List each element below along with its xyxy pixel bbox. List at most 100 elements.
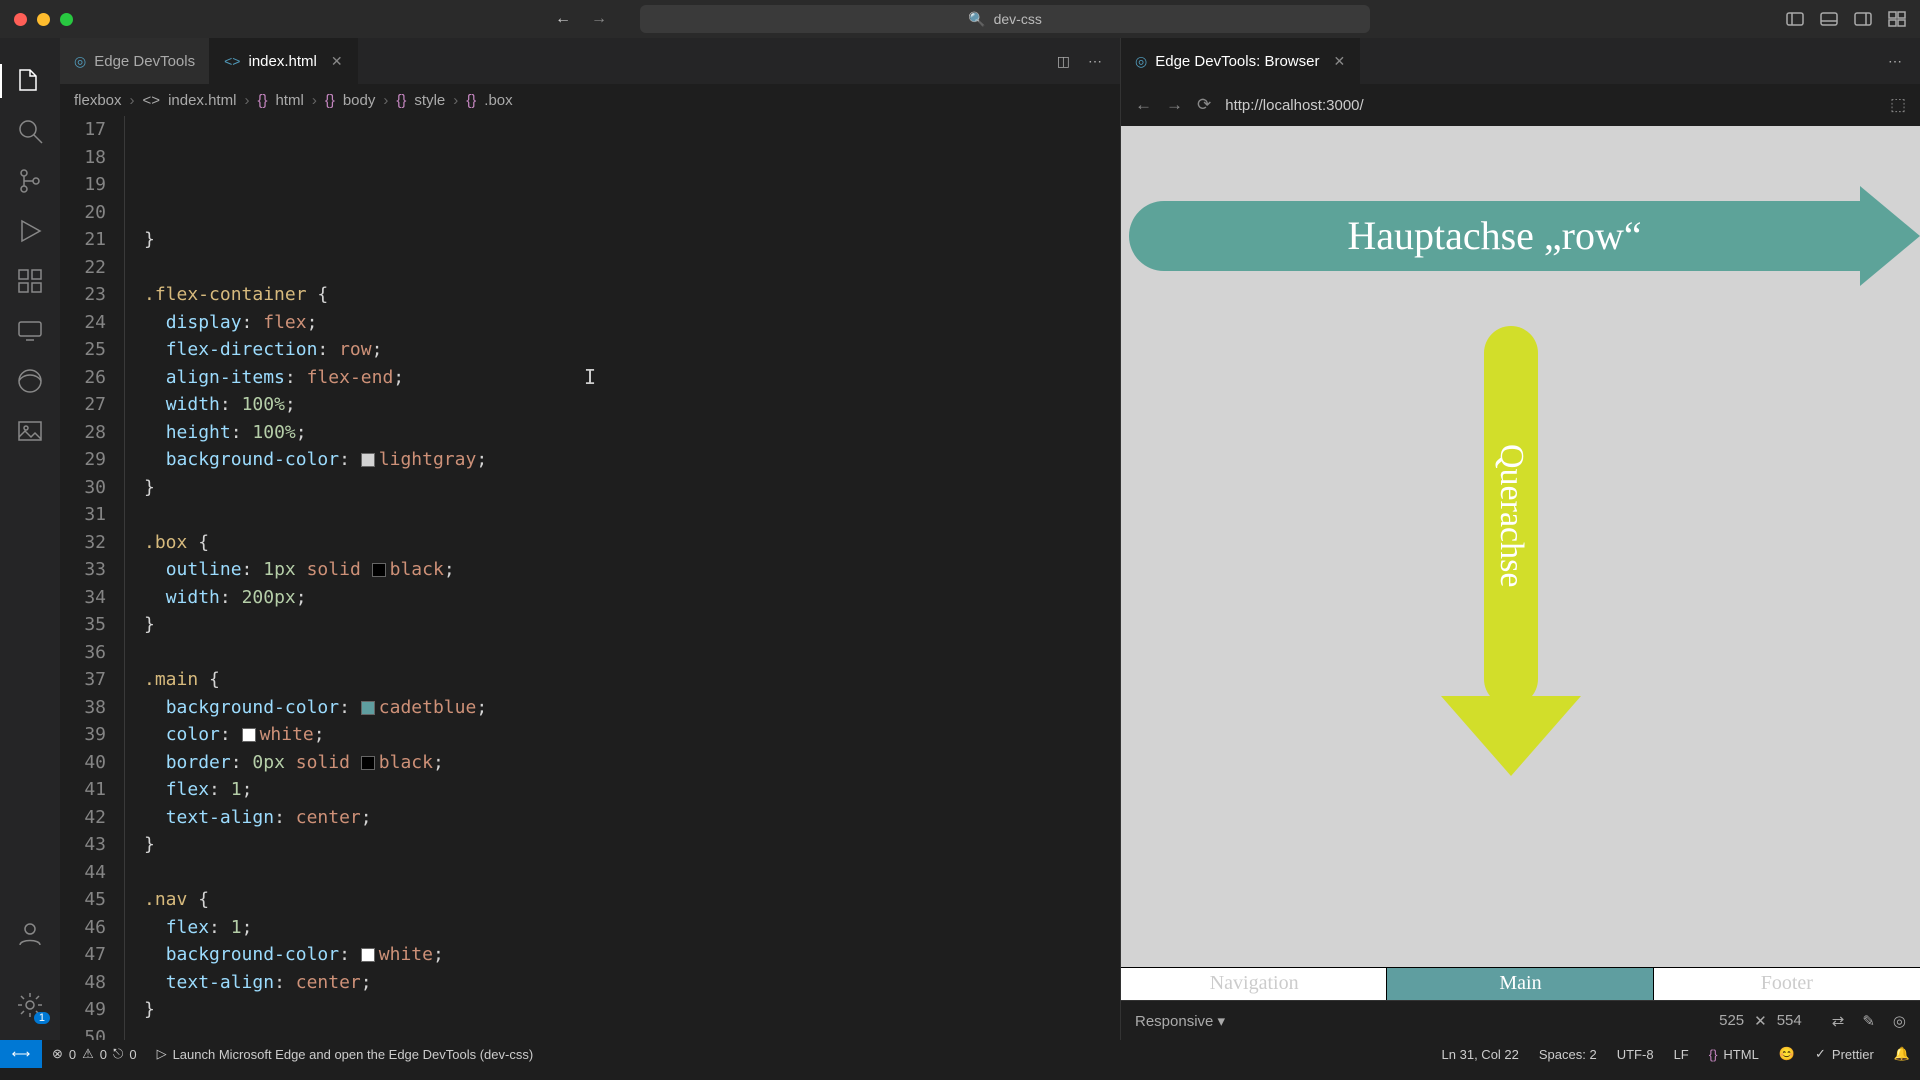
remote-button[interactable]: ⟷ (0, 1040, 42, 1068)
flex-demo: Navigation Main Footer (1121, 968, 1920, 1000)
edge-icon: ◎ (1135, 53, 1147, 70)
breadcrumb[interactable]: flexbox› <> index.html› {} html› {} body… (60, 84, 1120, 116)
inspect-button[interactable]: ⬚ (1890, 95, 1906, 115)
forward-button[interactable]: → (1166, 95, 1183, 115)
panel-bottom-icon[interactable] (1820, 10, 1838, 28)
status-bar: ⟷ ⊗0 ⚠0 ⎋0 ▷ Launch Microsoft Edge and o… (0, 1040, 1920, 1068)
brace-icon: {} (396, 92, 406, 109)
problems-button[interactable]: ⊗0 ⚠0 ⎋0 (42, 1046, 147, 1062)
forward-button[interactable]: → (591, 10, 607, 28)
arrow-v-label: Querachse (1484, 326, 1538, 706)
accounts-button[interactable] (0, 908, 60, 958)
encoding[interactable]: UTF-8 (1607, 1046, 1664, 1062)
vertical-arrow: Querachse (1441, 326, 1581, 776)
history-nav: ← → (555, 10, 607, 28)
tab-browser[interactable]: ◎ Edge DevTools: Browser ✕ (1121, 38, 1360, 84)
edge-icon: ◎ (74, 53, 86, 70)
more-actions-button[interactable]: ⋯ (1088, 53, 1102, 70)
crumb[interactable]: style (414, 92, 445, 109)
close-window-button[interactable] (14, 13, 27, 26)
horizontal-arrow: Hauptachse „row“ (1121, 186, 1920, 286)
tab-index-html[interactable]: <> index.html ✕ (210, 38, 357, 84)
split-editor-button[interactable]: ◫ (1057, 53, 1070, 70)
error-icon: ⊗ (52, 1046, 63, 1062)
layout-grid-icon[interactable] (1888, 10, 1906, 28)
extensions-view[interactable] (0, 256, 60, 306)
titlebar: ← → 🔍 dev-css (0, 0, 1920, 38)
code-lines[interactable]: 𝙸 } .flex-container { display: flex; fle… (144, 116, 1120, 1040)
settings-badge: 1 (34, 1012, 50, 1024)
back-button[interactable]: ← (555, 10, 571, 28)
layout-controls (1786, 10, 1906, 28)
explorer-view[interactable] (0, 56, 60, 106)
more-actions-button[interactable]: ⋯ (1888, 53, 1902, 70)
html-file-icon: <> (143, 92, 161, 109)
launch-task[interactable]: ▷ Launch Microsoft Edge and open the Edg… (147, 1046, 544, 1062)
settings-button[interactable]: 1 (0, 980, 60, 1030)
demo-footer: Footer (1654, 968, 1920, 1000)
panel-left-icon[interactable] (1786, 10, 1804, 28)
indent-guide (124, 116, 144, 1040)
tab-label: index.html (248, 53, 316, 70)
minimize-window-button[interactable] (37, 13, 50, 26)
edit-button[interactable]: ✎ (1862, 1012, 1875, 1030)
tab-edge-devtools[interactable]: ◎ Edge DevTools (60, 38, 210, 84)
demo-main: Main (1387, 968, 1653, 1000)
live-share-icon[interactable]: 😊 (1769, 1046, 1805, 1062)
source-control-view[interactable] (0, 156, 60, 206)
language-mode[interactable]: {} HTML (1699, 1046, 1769, 1062)
code-editor[interactable]: 1718192021222324252627282930313233343536… (60, 116, 1120, 1040)
remote-explorer-view[interactable] (0, 306, 60, 356)
panel-right-icon[interactable] (1854, 10, 1872, 28)
eol[interactable]: LF (1664, 1046, 1699, 1062)
arrow-down-head-icon (1441, 696, 1581, 776)
window-controls (14, 13, 73, 26)
crumb[interactable]: index.html (168, 92, 236, 109)
arrow-h-label: Hauptachse „row“ (1129, 201, 1860, 271)
arrow-right-head-icon (1860, 186, 1920, 286)
crumb[interactable]: body (343, 92, 376, 109)
page-preview[interactable]: Hauptachse „row“ Querachse Navigation Ma… (1121, 126, 1920, 1000)
run-debug-view[interactable] (0, 206, 60, 256)
brace-icon: {} (257, 92, 267, 109)
reload-button[interactable]: ⟳ (1197, 95, 1211, 115)
search-view[interactable] (0, 106, 60, 156)
activity-bar: 1 (0, 38, 60, 1040)
viewport-width[interactable]: 525 (1719, 1012, 1744, 1029)
times-icon: ✕ (1754, 1012, 1767, 1030)
maximize-window-button[interactable] (60, 13, 73, 26)
tab-label: Edge DevTools: Browser (1155, 53, 1319, 70)
editor-tabs: ◎ Edge DevTools <> index.html ✕ ◫ ⋯ (60, 38, 1120, 84)
line-gutter: 1718192021222324252627282930313233343536… (60, 116, 124, 1040)
brace-icon: {} (466, 92, 476, 109)
device-toolbar: Responsive ▾ 525 ✕ 554 ⇄ ✎ ◎ (1121, 1000, 1920, 1040)
port-icon: ⎋ (113, 1046, 123, 1062)
viewport-height[interactable]: 554 (1777, 1012, 1802, 1029)
demo-nav: Navigation (1121, 968, 1387, 1000)
warning-icon: ⚠ (82, 1046, 94, 1062)
image-preview-view[interactable] (0, 406, 60, 456)
device-mode-select[interactable]: Responsive ▾ (1135, 1012, 1225, 1030)
play-icon: ▷ (157, 1046, 167, 1062)
close-tab-button[interactable]: ✕ (331, 53, 343, 70)
cursor-position[interactable]: Ln 31, Col 22 (1432, 1046, 1529, 1062)
url-field[interactable]: http://localhost:3000/ (1225, 97, 1363, 114)
emulate-button[interactable]: ◎ (1893, 1012, 1906, 1030)
edge-devtools-view[interactable] (0, 356, 60, 406)
back-button[interactable]: ← (1135, 95, 1152, 115)
prettier-status[interactable]: ✓ Prettier (1805, 1046, 1884, 1062)
crumb[interactable]: flexbox (74, 92, 122, 109)
tab-label: Edge DevTools (94, 53, 195, 70)
crumb[interactable]: .box (484, 92, 512, 109)
notifications-button[interactable]: 🔔 (1884, 1046, 1920, 1062)
rotate-button[interactable]: ⇄ (1832, 1012, 1845, 1030)
indent-setting[interactable]: Spaces: 2 (1529, 1046, 1607, 1062)
project-name: dev-css (994, 11, 1042, 27)
command-center[interactable]: 🔍 dev-css (640, 5, 1370, 33)
html-file-icon: <> (224, 53, 240, 69)
editor-area: ◎ Edge DevTools <> index.html ✕ ◫ ⋯ flex… (60, 38, 1120, 1040)
text-cursor-icon: 𝙸 (584, 364, 596, 392)
close-tab-button[interactable]: ✕ (1333, 53, 1345, 70)
crumb[interactable]: html (275, 92, 303, 109)
side-tabs: ◎ Edge DevTools: Browser ✕ ⋯ (1121, 38, 1920, 84)
